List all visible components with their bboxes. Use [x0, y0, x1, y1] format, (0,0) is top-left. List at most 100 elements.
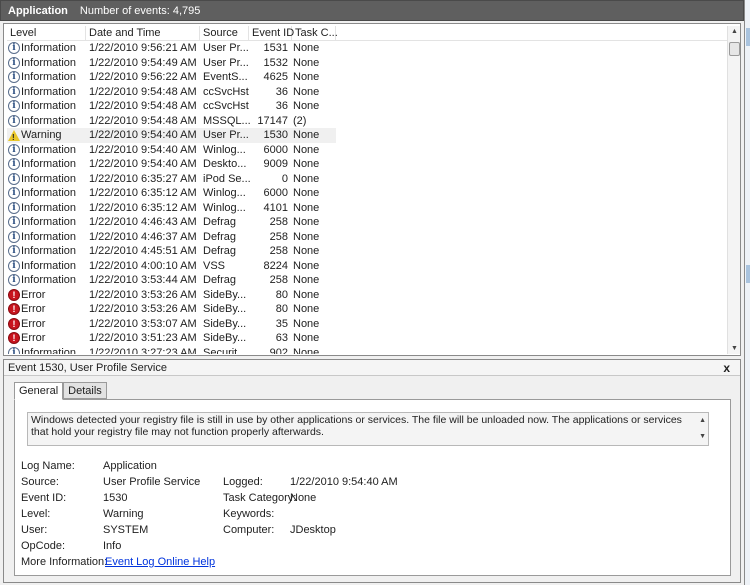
column-level[interactable]: Level [7, 26, 86, 40]
event-id-cell: 80 [275, 303, 288, 315]
task-category-cell: None [293, 143, 320, 156]
date-cell: 1/22/2010 9:54:40 AM [89, 143, 197, 156]
table-row[interactable]: ! Error 1/22/2010 3:53:26 AM SideBy... 80 Non… [7, 302, 727, 317]
task-category-cell: None [293, 274, 320, 286]
level-cell: i Information [7, 244, 86, 259]
source-cell: SideBy... [203, 317, 247, 330]
task-category-cell: None [293, 85, 320, 98]
level-cell: i Information [7, 273, 86, 288]
table-row[interactable]: ! Error 1/22/2010 3:53:26 AM SideBy... 80 Non… [7, 288, 727, 303]
event-id-cell: 9009 [263, 158, 288, 170]
table-row[interactable]: i Information 1/22/2010 6:35:12 AM Winlog..… [7, 201, 727, 216]
tab-details[interactable]: Details [63, 382, 107, 399]
table-row[interactable]: i Information 1/22/2010 3:27:23 AM Securit.… [7, 346, 727, 355]
table-row[interactable]: ! Warning 1/22/2010 9:54:40 AM User Pr... 15… [7, 128, 336, 143]
level-text: Error [21, 303, 46, 315]
table-row[interactable]: i Information 1/22/2010 9:54:40 AM Winlog..… [7, 143, 727, 158]
date-cell: 1/22/2010 4:46:37 AM [89, 230, 197, 243]
scroll-thumb[interactable] [729, 42, 740, 56]
column-task-category[interactable]: Task C... [292, 26, 338, 40]
source-label: Source: [21, 476, 59, 488]
event-list-frame: Level Date and Time Source Event ID Task… [3, 23, 741, 356]
date-cell: 1/22/2010 9:56:21 AM [89, 42, 197, 54]
table-row[interactable]: i Information 1/22/2010 4:00:10 AM VSS 8224 N… [7, 259, 727, 274]
error-icon: ! [8, 288, 20, 301]
level-text: Information [21, 71, 77, 83]
computer-value: JDesktop [290, 524, 336, 536]
date-cell: 1/22/2010 4:45:51 AM [89, 245, 197, 257]
table-row[interactable]: ! Error 1/22/2010 3:51:23 AM SideBy... 63 Non… [7, 331, 727, 346]
date-cell: 1/22/2010 6:35:27 AM [89, 172, 197, 185]
source-cell: Securit... [203, 346, 247, 355]
table-row[interactable]: i Information 1/22/2010 3:53:44 AM Defrag 25… [7, 273, 727, 288]
warning-icon: ! [8, 129, 20, 142]
level-text: Information [21, 216, 77, 228]
column-date[interactable]: Date and Time [86, 26, 200, 40]
task-category-cell: None [293, 71, 320, 83]
level-text: Error [21, 332, 46, 344]
task-category-cell: None [293, 317, 320, 330]
table-row[interactable]: ! Error 1/22/2010 3:53:07 AM SideBy... 35 Non… [7, 317, 727, 332]
table-row[interactable]: i Information 1/22/2010 9:54:49 AM User Pr.… [7, 56, 727, 71]
tab-general[interactable]: General [14, 382, 64, 400]
column-source[interactable]: Source [200, 26, 249, 40]
level-text: Information [21, 85, 77, 98]
table-row[interactable]: i Information 1/22/2010 9:54:48 AM ccSvcHst… [7, 85, 727, 100]
event-description[interactable]: Windows detected your registry file is s… [27, 412, 709, 446]
task-category-cell: None [293, 129, 320, 141]
table-row[interactable]: i Information 1/22/2010 6:35:12 AM Winlog..… [7, 186, 727, 201]
task-category-cell: None [293, 158, 320, 170]
table-row[interactable]: i Information 1/22/2010 9:54:40 AM Deskto..… [7, 157, 727, 172]
task-category-cell: None [293, 172, 320, 185]
task-category-cell: None [293, 259, 320, 272]
task-category-cell: None [293, 346, 320, 355]
information-icon: i [8, 172, 20, 185]
level-cell: i Information [7, 186, 86, 201]
task-category-cell: None [293, 288, 320, 301]
level-text: Information [21, 158, 77, 170]
information-icon: i [8, 143, 20, 156]
event-id-cell: 8224 [263, 259, 288, 272]
scroll-up-icon[interactable]: ▲ [728, 28, 741, 35]
level-text: Information [21, 245, 77, 257]
event-id-cell: 0 [281, 172, 288, 185]
event-id-cell: 1531 [263, 42, 288, 54]
level-cell: i Information [7, 41, 86, 56]
table-row[interactable]: i Information 1/22/2010 4:46:43 AM Defrag 25… [7, 215, 727, 230]
vertical-scrollbar[interactable]: ▲ ▼ [727, 26, 740, 354]
table-row[interactable]: i Information 1/22/2010 9:54:48 AM ccSvcHst… [7, 99, 727, 114]
date-cell: 1/22/2010 6:35:12 AM [89, 201, 197, 214]
information-icon: i [8, 100, 20, 113]
table-row[interactable]: i Information 1/22/2010 4:45:51 AM Defrag 25… [7, 244, 727, 259]
level-text: Information [21, 230, 77, 243]
event-id-cell: 902 [269, 346, 288, 355]
table-row[interactable]: i Information 1/22/2010 4:46:37 AM Defrag 25… [7, 230, 727, 245]
event-id-cell: 35 [275, 317, 288, 330]
date-cell: 1/22/2010 3:53:26 AM [89, 303, 197, 315]
level-text: Information [21, 274, 77, 286]
level-text: Information [21, 172, 77, 185]
event-log-online-help-link[interactable]: Event Log Online Help [105, 556, 215, 568]
level-cell: i Information [7, 259, 86, 274]
close-icon[interactable]: x [723, 360, 730, 376]
level-text: Warning [21, 129, 62, 141]
level-text: Information [21, 100, 77, 112]
general-tab-content: Windows detected your registry file is s… [14, 399, 731, 576]
information-icon: i [8, 201, 20, 214]
table-row[interactable]: i Information 1/22/2010 9:54:48 AM MSSQL...… [7, 114, 727, 129]
task-category-cell: None [293, 100, 320, 112]
keywords-label: Keywords: [223, 508, 275, 520]
scroll-up-icon[interactable]: ▲ [699, 415, 706, 427]
actions-pane-edge [744, 0, 750, 585]
source-cell: User Pr... [203, 42, 249, 54]
scroll-down-icon[interactable]: ▼ [699, 431, 706, 443]
information-icon: i [8, 274, 20, 287]
table-row[interactable]: i Information 1/22/2010 6:35:27 AM iPod Se.… [7, 172, 727, 187]
event-list[interactable]: Level Date and Time Source Event ID Task… [7, 26, 727, 354]
date-cell: 1/22/2010 6:35:12 AM [89, 187, 197, 199]
table-row[interactable]: i Information 1/22/2010 9:56:22 AM EventS..… [7, 70, 727, 85]
date-cell: 1/22/2010 4:46:43 AM [89, 216, 197, 228]
scroll-down-icon[interactable]: ▼ [728, 345, 741, 352]
table-row[interactable]: i Information 1/22/2010 9:56:21 AM User Pr.… [7, 41, 727, 56]
column-event-id[interactable]: Event ID [249, 26, 294, 40]
